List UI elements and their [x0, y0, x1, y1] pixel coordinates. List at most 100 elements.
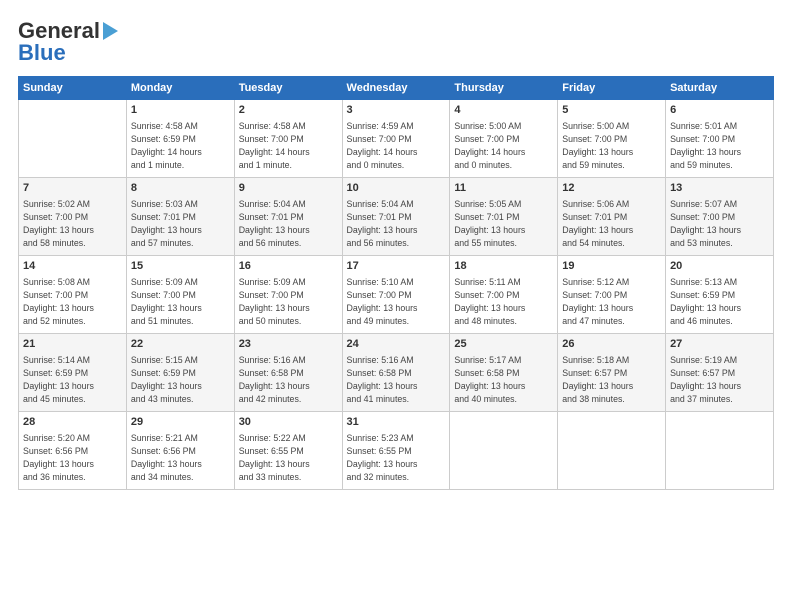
day-info: Sunrise: 5:09 AM Sunset: 7:00 PM Dayligh…	[131, 276, 230, 327]
calendar-cell: 15 Sunrise: 5:09 AM Sunset: 7:00 PM Dayli…	[126, 256, 234, 334]
day-number: 12	[562, 181, 661, 196]
day-number: 11	[454, 181, 553, 196]
day-info: Sunrise: 5:04 AM Sunset: 7:01 PM Dayligh…	[347, 198, 446, 249]
calendar-cell: 18 Sunrise: 5:11 AM Sunset: 7:00 PM Dayli…	[450, 256, 558, 334]
calendar-cell	[666, 412, 774, 490]
day-number: 6	[670, 103, 769, 118]
day-info: Sunrise: 5:16 AM Sunset: 6:58 PM Dayligh…	[239, 354, 338, 405]
day-info: Sunrise: 5:00 AM Sunset: 7:00 PM Dayligh…	[562, 120, 661, 171]
day-info: Sunrise: 4:58 AM Sunset: 7:00 PM Dayligh…	[239, 120, 338, 171]
calendar-cell: 13 Sunrise: 5:07 AM Sunset: 7:00 PM Dayli…	[666, 178, 774, 256]
calendar-cell: 1 Sunrise: 4:58 AM Sunset: 6:59 PM Daylig…	[126, 100, 234, 178]
day-number: 30	[239, 415, 338, 430]
day-number: 26	[562, 337, 661, 352]
day-number: 19	[562, 259, 661, 274]
calendar-cell	[450, 412, 558, 490]
calendar-cell: 24 Sunrise: 5:16 AM Sunset: 6:58 PM Dayli…	[342, 334, 450, 412]
calendar-cell: 26 Sunrise: 5:18 AM Sunset: 6:57 PM Dayli…	[558, 334, 666, 412]
day-info: Sunrise: 5:05 AM Sunset: 7:01 PM Dayligh…	[454, 198, 553, 249]
day-number: 13	[670, 181, 769, 196]
calendar-cell: 23 Sunrise: 5:16 AM Sunset: 6:58 PM Dayli…	[234, 334, 342, 412]
day-header-monday: Monday	[126, 77, 234, 100]
calendar-cell: 3 Sunrise: 4:59 AM Sunset: 7:00 PM Daylig…	[342, 100, 450, 178]
day-info: Sunrise: 5:21 AM Sunset: 6:56 PM Dayligh…	[131, 432, 230, 483]
day-info: Sunrise: 5:08 AM Sunset: 7:00 PM Dayligh…	[23, 276, 122, 327]
logo: General Blue	[18, 18, 118, 66]
day-number: 8	[131, 181, 230, 196]
logo-arrow-icon	[103, 22, 118, 40]
calendar-cell: 28Sunrise: 5:20 AM Sunset: 6:56 PM Dayli…	[19, 412, 127, 490]
day-header-sunday: Sunday	[19, 77, 127, 100]
calendar-cell: 30 Sunrise: 5:22 AM Sunset: 6:55 PM Dayli…	[234, 412, 342, 490]
calendar-cell	[558, 412, 666, 490]
day-number: 17	[347, 259, 446, 274]
calendar-cell: 6 Sunrise: 5:01 AM Sunset: 7:00 PM Daylig…	[666, 100, 774, 178]
day-info: Sunrise: 5:23 AM Sunset: 6:55 PM Dayligh…	[347, 432, 446, 483]
day-number: 24	[347, 337, 446, 352]
day-number: 5	[562, 103, 661, 118]
logo-blue: Blue	[18, 40, 66, 66]
day-number: 2	[239, 103, 338, 118]
day-number: 7	[23, 181, 122, 196]
day-number: 10	[347, 181, 446, 196]
day-info: Sunrise: 5:19 AM Sunset: 6:57 PM Dayligh…	[670, 354, 769, 405]
calendar-cell: 31 Sunrise: 5:23 AM Sunset: 6:55 PM Dayli…	[342, 412, 450, 490]
calendar-cell: 8Sunrise: 5:03 AM Sunset: 7:01 PM Daylig…	[126, 178, 234, 256]
calendar-cell: 19Sunrise: 5:12 AM Sunset: 7:00 PM Dayli…	[558, 256, 666, 334]
day-header-wednesday: Wednesday	[342, 77, 450, 100]
calendar-cell: 22Sunrise: 5:15 AM Sunset: 6:59 PM Dayli…	[126, 334, 234, 412]
header: General Blue	[18, 18, 774, 66]
week-row-3: 14 Sunrise: 5:08 AM Sunset: 7:00 PM Dayli…	[19, 256, 774, 334]
day-number: 23	[239, 337, 338, 352]
calendar-cell: 21Sunrise: 5:14 AM Sunset: 6:59 PM Dayli…	[19, 334, 127, 412]
day-info: Sunrise: 4:59 AM Sunset: 7:00 PM Dayligh…	[347, 120, 446, 171]
day-info: Sunrise: 5:10 AM Sunset: 7:00 PM Dayligh…	[347, 276, 446, 327]
day-info: Sunrise: 5:11 AM Sunset: 7:00 PM Dayligh…	[454, 276, 553, 327]
week-row-1: 1 Sunrise: 4:58 AM Sunset: 6:59 PM Daylig…	[19, 100, 774, 178]
day-number: 18	[454, 259, 553, 274]
day-number: 21	[23, 337, 122, 352]
calendar-cell: 14 Sunrise: 5:08 AM Sunset: 7:00 PM Dayli…	[19, 256, 127, 334]
calendar-cell	[19, 100, 127, 178]
day-number: 9	[239, 181, 338, 196]
day-info: Sunrise: 4:58 AM Sunset: 6:59 PM Dayligh…	[131, 120, 230, 171]
day-info: Sunrise: 5:01 AM Sunset: 7:00 PM Dayligh…	[670, 120, 769, 171]
day-info: Sunrise: 5:17 AM Sunset: 6:58 PM Dayligh…	[454, 354, 553, 405]
calendar-cell: 11 Sunrise: 5:05 AM Sunset: 7:01 PM Dayli…	[450, 178, 558, 256]
day-number: 3	[347, 103, 446, 118]
calendar-cell: 5 Sunrise: 5:00 AM Sunset: 7:00 PM Daylig…	[558, 100, 666, 178]
day-info: Sunrise: 5:18 AM Sunset: 6:57 PM Dayligh…	[562, 354, 661, 405]
day-info: Sunrise: 5:22 AM Sunset: 6:55 PM Dayligh…	[239, 432, 338, 483]
day-number: 15	[131, 259, 230, 274]
day-number: 1	[131, 103, 230, 118]
calendar-cell: 2 Sunrise: 4:58 AM Sunset: 7:00 PM Daylig…	[234, 100, 342, 178]
calendar-cell: 7Sunrise: 5:02 AM Sunset: 7:00 PM Daylig…	[19, 178, 127, 256]
day-number: 4	[454, 103, 553, 118]
day-header-saturday: Saturday	[666, 77, 774, 100]
day-info: Sunrise: 5:06 AM Sunset: 7:01 PM Dayligh…	[562, 198, 661, 249]
week-row-4: 21Sunrise: 5:14 AM Sunset: 6:59 PM Dayli…	[19, 334, 774, 412]
day-number: 20	[670, 259, 769, 274]
day-number: 22	[131, 337, 230, 352]
day-info: Sunrise: 5:07 AM Sunset: 7:00 PM Dayligh…	[670, 198, 769, 249]
header-row: SundayMondayTuesdayWednesdayThursdayFrid…	[19, 77, 774, 100]
calendar-cell: 16Sunrise: 5:09 AM Sunset: 7:00 PM Dayli…	[234, 256, 342, 334]
calendar-cell: 12 Sunrise: 5:06 AM Sunset: 7:01 PM Dayli…	[558, 178, 666, 256]
calendar-cell: 25 Sunrise: 5:17 AM Sunset: 6:58 PM Dayli…	[450, 334, 558, 412]
day-header-friday: Friday	[558, 77, 666, 100]
day-info: Sunrise: 5:13 AM Sunset: 6:59 PM Dayligh…	[670, 276, 769, 327]
page: General Blue SundayMondayTuesdayWednesda…	[0, 0, 792, 500]
day-info: Sunrise: 5:16 AM Sunset: 6:58 PM Dayligh…	[347, 354, 446, 405]
day-number: 25	[454, 337, 553, 352]
day-header-tuesday: Tuesday	[234, 77, 342, 100]
calendar-table: SundayMondayTuesdayWednesdayThursdayFrid…	[18, 76, 774, 490]
day-number: 27	[670, 337, 769, 352]
calendar-cell: 29Sunrise: 5:21 AM Sunset: 6:56 PM Dayli…	[126, 412, 234, 490]
calendar-cell: 10 Sunrise: 5:04 AM Sunset: 7:01 PM Dayli…	[342, 178, 450, 256]
day-number: 14	[23, 259, 122, 274]
day-number: 16	[239, 259, 338, 274]
calendar-cell: 27 Sunrise: 5:19 AM Sunset: 6:57 PM Dayli…	[666, 334, 774, 412]
week-row-2: 7Sunrise: 5:02 AM Sunset: 7:00 PM Daylig…	[19, 178, 774, 256]
day-header-thursday: Thursday	[450, 77, 558, 100]
day-number: 31	[347, 415, 446, 430]
